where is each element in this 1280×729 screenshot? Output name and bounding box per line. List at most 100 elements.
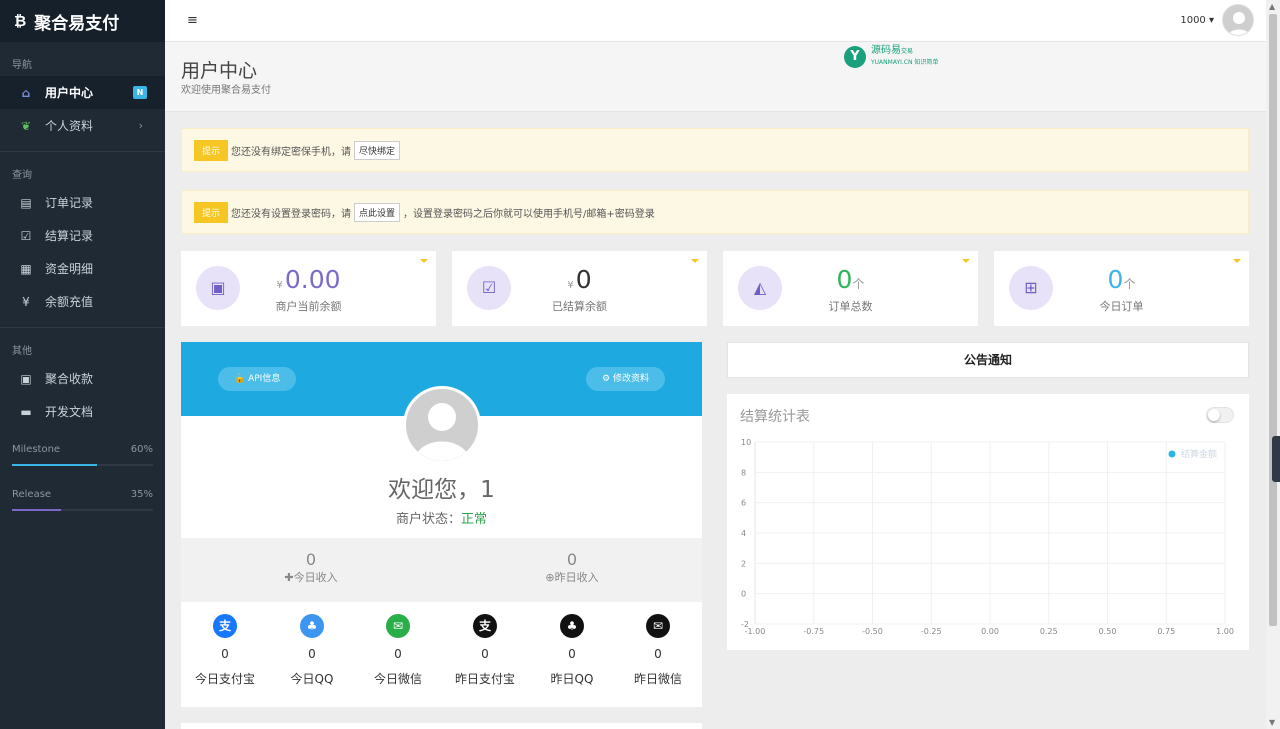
stat-card-balance: ▣ ¥0.00 商户当前余额: [181, 251, 436, 326]
sidebar-item-profile[interactable]: ❦ 个人资料 ›: [0, 109, 165, 142]
username[interactable]: 1000 ▾: [1180, 15, 1214, 26]
page-subtitle: 欢迎使用聚合易支付: [181, 85, 271, 96]
stat-value: ¥0: [452, 265, 707, 294]
sidebar-item-label: 个人资料: [45, 119, 94, 133]
scroll-down-icon[interactable]: ▼: [1269, 718, 1275, 727]
page-scrollbar[interactable]: ▲ ▼: [1266, 0, 1280, 729]
stat-value: 0个: [994, 265, 1249, 294]
watermark-logo: Y 源码易交易 YUANMAYI.CN 知识简单: [844, 45, 938, 68]
sidebar-item-recharge[interactable]: ¥ 余额充值: [0, 285, 165, 318]
caret-down-icon[interactable]: [1233, 259, 1241, 263]
progress-label: Release: [12, 489, 52, 500]
sidebar-item-orders[interactable]: ▤ 订单记录: [0, 186, 165, 219]
wechat-icon: ✉: [386, 614, 410, 638]
menu-toggle-icon[interactable]: ≡: [187, 13, 198, 28]
x-tick-label: -0.25: [921, 627, 942, 636]
alert-tag: 提示: [194, 201, 229, 223]
leaf-icon: ❦: [20, 118, 32, 133]
home-icon: ⌂: [21, 85, 31, 100]
x-tick-label: -1.00: [745, 627, 766, 636]
nav-section-label: 查询: [12, 170, 32, 181]
payment-label: 今日微信: [373, 672, 422, 686]
payment-label: 昨日支付宝: [454, 672, 515, 686]
y-tick-label: 10: [741, 438, 751, 447]
chart-canvas: 1086420-2-1.00 -0.75 -0.50 -0.25 0.00 0.25 0.5…: [741, 438, 1234, 636]
sidebar-item-label: 资金明细: [45, 262, 94, 276]
edit-profile-button[interactable]: ⚙ 修改资料: [586, 367, 665, 391]
sidebar-item-settlements[interactable]: ☑ 结算记录: [0, 219, 165, 252]
caret-down-icon[interactable]: [962, 259, 970, 263]
side-widget-handle[interactable]: [1272, 436, 1280, 482]
progress-fill: [12, 464, 97, 466]
scroll-up-icon[interactable]: ▲: [1269, 2, 1275, 11]
alert-text-after: ，设置登录密码之后你就可以使用手机号/邮箱+密码登录: [403, 208, 655, 220]
progress-release: Release 35%: [0, 489, 165, 511]
list-icon: ▤: [20, 195, 32, 210]
progress-label: Milestone: [12, 444, 61, 455]
settlement-chart-card: 结算统计表 10 8 6 4 2 0 -2 -1.00 -0.75 -0.50 -0.25 0.00 0…: [727, 394, 1249, 650]
progress-track: [12, 464, 153, 466]
logo-sub: YUANMAYI.CN 知识简单: [871, 59, 939, 66]
payment-label: 今日支付宝: [194, 672, 255, 686]
stat-card-settled: ☑ ¥0 已结算余额: [452, 251, 707, 326]
alert-text: 您还没有绑定密保手机，请: [231, 146, 352, 158]
yen-icon: ¥: [22, 294, 30, 309]
sidebar-item-aggregate[interactable]: ▣ 聚合收款: [0, 362, 165, 395]
wechat-icon: ✉: [646, 614, 670, 638]
avatar[interactable]: [1222, 4, 1254, 36]
brand-name: 聚合易支付: [34, 13, 120, 34]
status-label: 商户状态：: [395, 512, 461, 527]
stat-label: 已结算余额: [552, 300, 607, 313]
today-income-caption: ✚今日收入: [181, 569, 441, 585]
sidebar-item-user-center[interactable]: ⌂ 用户中心 N: [0, 76, 165, 109]
qq-icon: ♣: [560, 614, 584, 638]
stat-number: 0.00: [284, 265, 341, 294]
progress-value: 35%: [130, 489, 153, 500]
check-square-icon: ☑: [20, 228, 32, 243]
chevron-right-icon: ›: [138, 119, 143, 132]
stat-value: ¥0.00: [181, 265, 436, 294]
today-income-label: 今日收入: [293, 571, 338, 584]
sidebar-item-label: 结算记录: [45, 229, 94, 243]
page-header: 用户中心 欢迎使用聚合易支付 Y 源码易交易 YUANMAYI.CN 知识简单: [165, 42, 1266, 112]
plus-icon: ✚: [284, 571, 294, 584]
currency-symbol: ¥: [276, 280, 283, 291]
scrollbar-thumb[interactable]: [1269, 14, 1277, 626]
bind-phone-button[interactable]: 尽快绑定: [354, 140, 401, 160]
sidebar-item-docs[interactable]: ▬ 开发文档: [0, 395, 165, 428]
payment-label: 今日QQ: [290, 672, 334, 686]
profile-avatar: [403, 386, 481, 464]
y-tick-label: 8: [741, 468, 746, 477]
progress-milestone: Milestone 60%: [0, 444, 165, 466]
logo-name: 源码易: [871, 45, 901, 56]
sidebar-item-label: 聚合收款: [45, 372, 94, 386]
stat-card-today-orders: ⊞ 0个 今日订单: [994, 251, 1249, 326]
set-password-button[interactable]: 点此设置: [354, 202, 401, 222]
payment-value: 0: [394, 647, 402, 661]
legend-marker: [1168, 450, 1176, 458]
stat-unit: 个: [852, 277, 865, 291]
payment-today-wechat: ✉ 0 今日微信: [355, 610, 441, 687]
x-tick-label: 0.75: [1157, 627, 1175, 636]
y-tick-label: 6: [741, 499, 746, 508]
caret-down-icon[interactable]: [691, 259, 699, 263]
caret-down-icon[interactable]: [420, 259, 428, 263]
x-tick-label: 0.00: [981, 627, 999, 636]
yesterday-income: 0 ⊕昨日收入: [442, 550, 702, 585]
api-info-button[interactable]: 🔒 API信息: [218, 367, 297, 391]
payment-label: 昨日QQ: [550, 672, 594, 686]
progress-track: [12, 509, 153, 511]
qrcode-icon: ▣: [20, 371, 32, 386]
user-menu[interactable]: 1000 ▾: [1180, 4, 1254, 36]
api-info-label: API信息: [248, 374, 281, 384]
y-tick-label: 2: [741, 559, 746, 568]
yesterday-income-value: 0: [566, 550, 578, 569]
sidebar-item-funds[interactable]: ▦ 资金明细: [0, 252, 165, 285]
stat-number: 0: [1107, 265, 1124, 294]
x-tick-label: 0.50: [1099, 627, 1117, 636]
brand[interactable]: ₿ 聚合易支付: [0, 0, 165, 42]
topbar: ≡ 1000 ▾: [165, 0, 1266, 42]
income-summary: 0 ✚今日收入 0 ⊕昨日收入: [181, 538, 702, 602]
sidebar: ₿ 聚合易支付 导航 ⌂ 用户中心 N ❦ 个人资料 › 查询 ▤ 订单记录 ☑…: [0, 0, 165, 729]
alert-bind-phone: 提示 您还没有绑定密保手机，请 尽快绑定: [181, 128, 1249, 172]
